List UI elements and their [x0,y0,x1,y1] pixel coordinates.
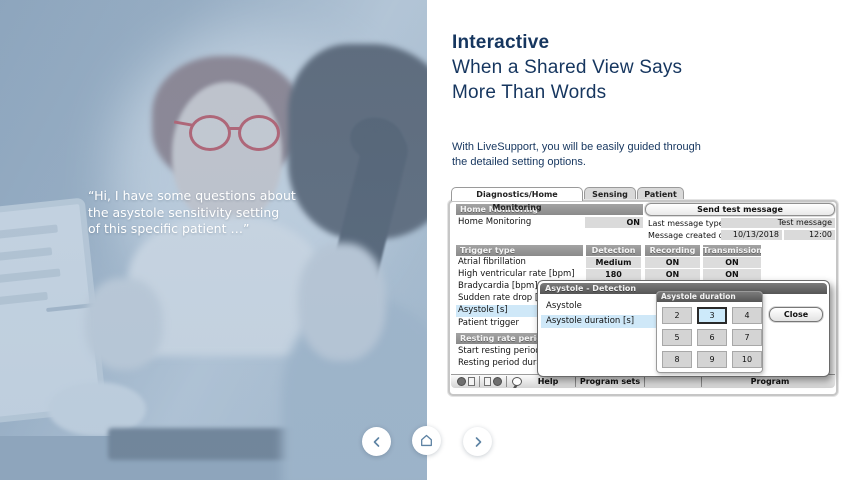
save-page-icon[interactable] [484,377,491,386]
tab-sensing[interactable]: Sensing [584,187,636,201]
print-page-icon[interactable] [468,377,475,386]
chevron-left-icon [371,436,383,448]
toolbar-divider [479,376,480,387]
duration-option-9[interactable]: 9 [697,351,727,368]
trigger-row-high-ventricular-rate: High ventricular rate [bpm] [458,269,575,280]
high-ventricular-rate-transmission-field[interactable]: ON [703,269,761,280]
popup-row-asystole-duration[interactable]: Asystole duration [s] [541,315,656,328]
send-test-message-button[interactable]: Send test message [645,203,835,216]
message-created-date-field: 10/13/2018 [721,230,782,240]
last-message-type-field: Test message [721,218,835,228]
headline: Interactive When a Shared View Says More… [452,30,682,105]
trigger-row-bradycardia: Bradycardia [bpm] [458,281,538,292]
trigger-row-atrial-fibrillation: Atrial fibrillation [458,257,526,268]
quote-line-3: of this specific patient …” [88,221,296,238]
page-subtitle-line1: When a Shared View Says [452,55,682,80]
home-monitoring-row-label: Home Monitoring [458,217,531,228]
duration-value-grid: 2 3 4 5 6 7 8 9 10 [657,302,762,368]
tab-patient[interactable]: Patient [637,187,684,201]
tab-sensing-label: Sensing [592,190,628,199]
help-bubble-icon[interactable] [512,377,522,386]
prev-slide-button[interactable] [362,427,391,456]
next-slide-button[interactable] [463,427,492,456]
high-ventricular-rate-detection-field[interactable]: 180 [586,269,641,280]
help-button[interactable]: Help [524,377,572,386]
message-created-label: Message created on [648,230,729,241]
asystole-duration-panel: Asystole duration 2 3 4 5 6 7 8 9 10 [656,291,763,373]
toolbar-divider [644,376,645,387]
trigger-row-sudden-rate-drop: Sudden rate drop [%] [458,293,550,304]
high-ventricular-rate-recording-field[interactable]: ON [645,269,700,280]
col-header-recording: Recording [645,245,700,256]
col-header-transmission: Transmission [703,245,761,256]
home-monitoring-value-field[interactable]: ON [585,217,643,228]
section-home-monitoring: Home Monitoring [456,204,643,215]
atrial-fibrillation-transmission-field[interactable]: ON [703,257,761,268]
duration-option-3-selected[interactable]: 3 [697,307,727,324]
duration-option-2[interactable]: 2 [662,307,692,324]
slide: “Hi, I have some questions about the asy… [0,0,853,480]
tab-diagnostics-home-monitoring[interactable]: Diagnostics/Home Monitoring [451,187,583,201]
home-icon [419,433,434,448]
duration-option-7[interactable]: 7 [732,329,762,346]
programmer-screenshot: Diagnostics/Home Monitoring Sensing Pati… [448,187,838,396]
program-sets-button[interactable]: Program sets [579,377,641,386]
col-header-detection: Detection [586,245,641,256]
photo-consultation: “Hi, I have some questions about the asy… [0,0,427,480]
quote-text: “Hi, I have some questions about the asy… [88,188,296,238]
asystole-duration-panel-title: Asystole duration [657,292,762,302]
toolbar-divider [575,376,576,387]
atrial-fibrillation-detection-field[interactable]: Medium [586,257,641,268]
duration-option-5[interactable]: 5 [662,329,692,346]
duration-option-6[interactable]: 6 [697,329,727,346]
quote-line-2: the asystole sensitivity setting [88,205,296,222]
quote-line-1: “Hi, I have some questions about [88,188,296,205]
message-created-time-field: 12:00 [784,230,835,240]
toolbar-divider [506,376,507,387]
toolbar-divider [701,376,702,387]
page-subtitle-line2: More Than Words [452,80,682,105]
print-report-icon[interactable] [457,377,466,386]
popup-row-asystole: Asystole [546,301,582,312]
photo-blue-tint-overlay [0,0,427,480]
chevron-right-icon [472,436,484,448]
body-line-1: With LiveSupport, you will be easily gui… [452,140,701,155]
program-button[interactable]: Program [705,377,835,386]
last-message-type-label: Last message type [648,218,724,229]
save-disc-icon[interactable] [493,377,502,386]
duration-option-4[interactable]: 4 [732,307,762,324]
atrial-fibrillation-recording-field[interactable]: ON [645,257,700,268]
home-button[interactable] [412,426,441,455]
trigger-row-patient-trigger: Patient trigger [458,318,519,329]
duration-option-8[interactable]: 8 [662,351,692,368]
col-header-trigger-type: Trigger type [456,245,583,256]
body-line-2: the detailed setting options. [452,155,701,170]
duration-option-10[interactable]: 10 [732,351,762,368]
page-title: Interactive [452,30,682,55]
body-copy: With LiveSupport, you will be easily gui… [452,140,701,170]
asystole-detection-popup: Asystole - Detection Asystole Asystole d… [537,280,830,377]
close-button[interactable]: Close [769,307,823,322]
tab-patient-label: Patient [644,190,677,199]
